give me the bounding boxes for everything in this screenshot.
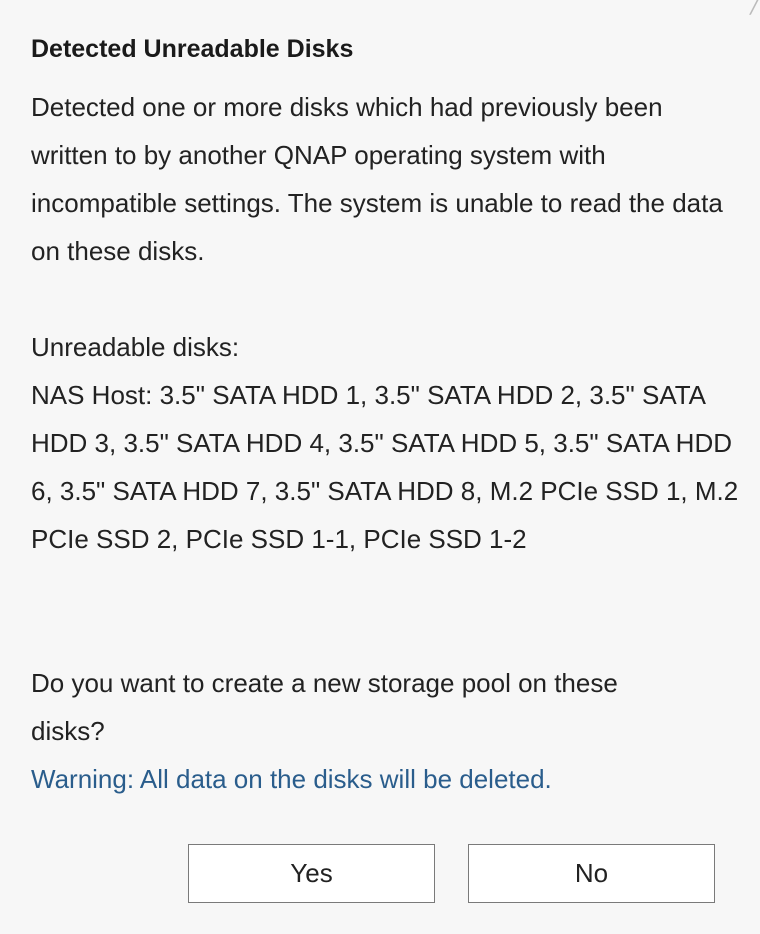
- dialog-message: Detected one or more disks which had pre…: [31, 92, 723, 266]
- unreadable-disks-list: NAS Host: 3.5" SATA HDD 1, 3.5" SATA HDD…: [31, 380, 739, 554]
- create-pool-question: Do you want to create a new storage pool…: [31, 668, 618, 746]
- unreadable-disks-label: Unreadable disks:: [31, 332, 240, 362]
- no-button[interactable]: No: [468, 844, 715, 903]
- data-deletion-warning: Warning: All data on the disks will be d…: [31, 764, 552, 794]
- unreadable-disks-dialog: ╱ Detected Unreadable Disks Detected one…: [0, 0, 760, 934]
- close-icon[interactable]: ╱: [746, 0, 760, 14]
- dialog-title: Detected Unreadable Disks: [31, 35, 354, 63]
- yes-button[interactable]: Yes: [188, 844, 435, 903]
